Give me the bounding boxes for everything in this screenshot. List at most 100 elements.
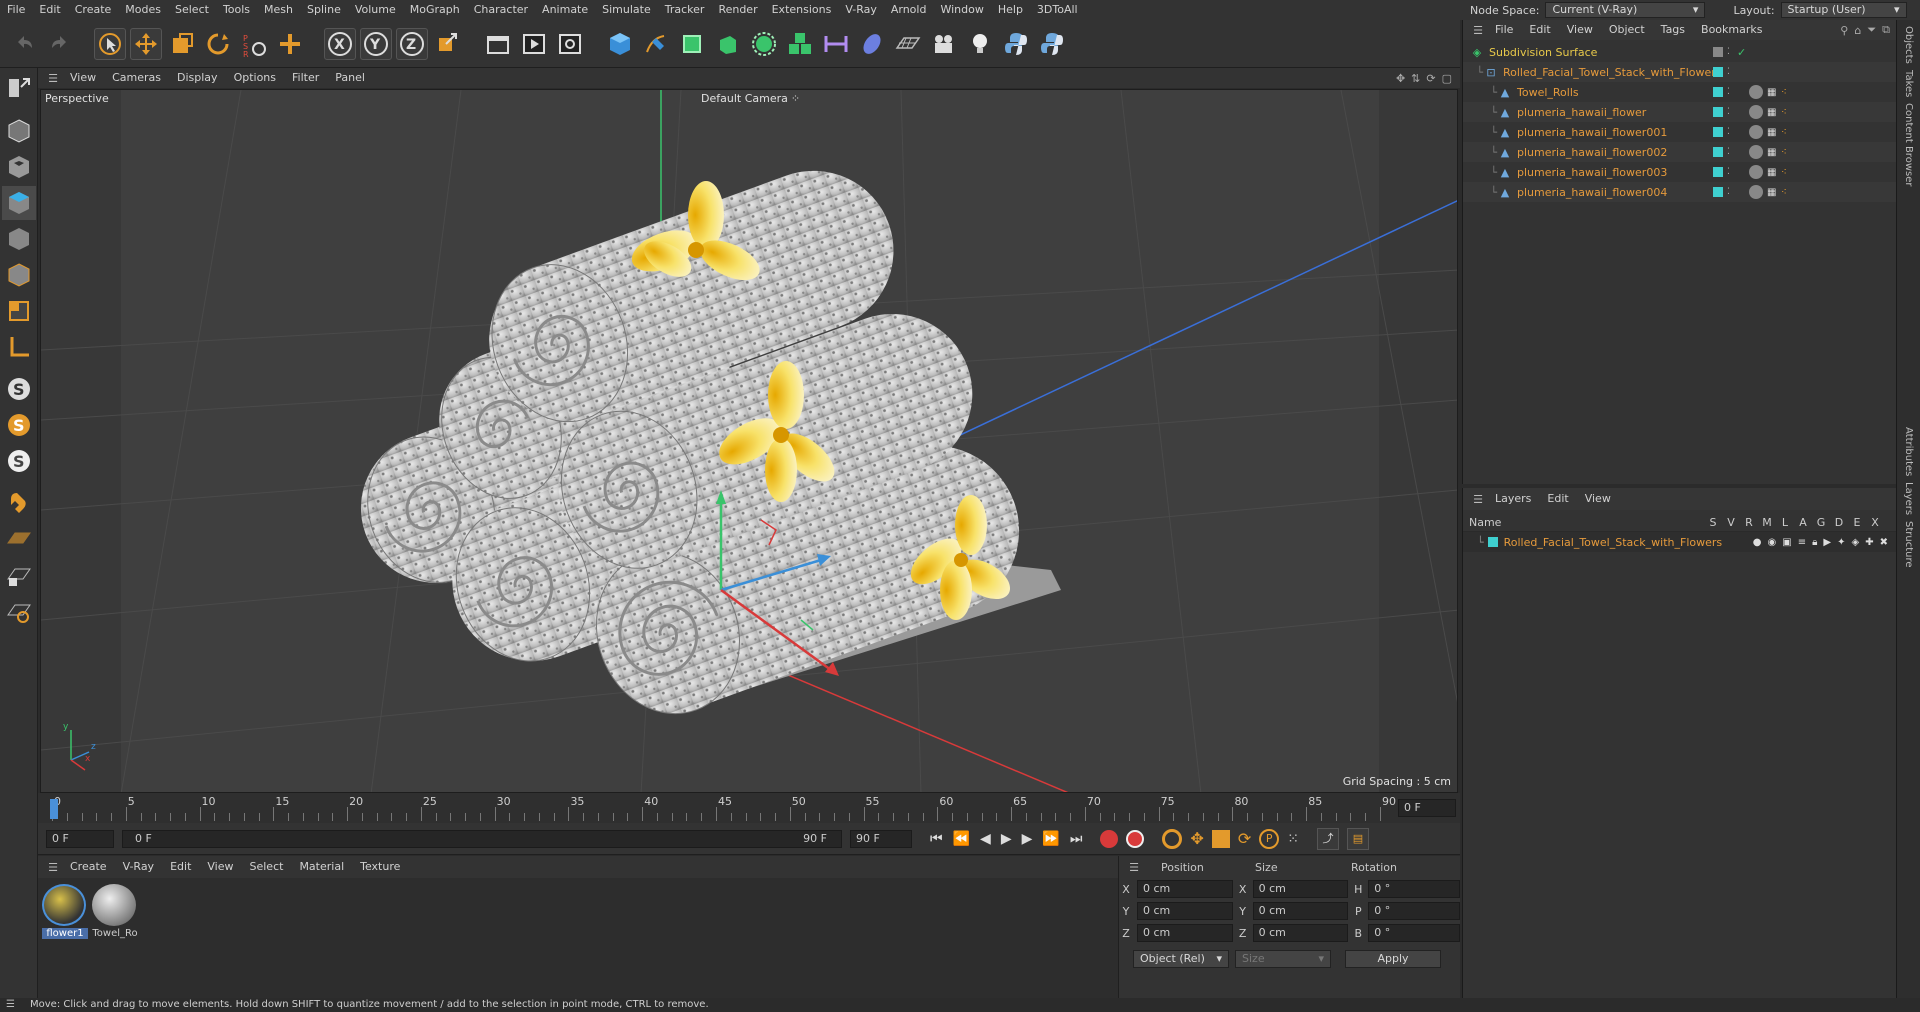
move-tool-button[interactable] — [130, 27, 162, 60]
render-icon[interactable]: ▣ — [1782, 537, 1791, 548]
material-tag-icon[interactable] — [1749, 125, 1763, 139]
python-script-button[interactable] — [1036, 28, 1068, 60]
material-menu-material[interactable]: Material — [291, 856, 352, 878]
points-mode-button[interactable] — [2, 222, 36, 256]
rotation-field[interactable]: 0 ° — [1368, 902, 1460, 920]
make-editable-button[interactable] — [2, 70, 36, 104]
viewport-menu-display[interactable]: Display — [169, 68, 226, 88]
visible-eye-icon[interactable]: ◉ — [1768, 537, 1777, 548]
menu-item-tracker[interactable]: Tracker — [658, 0, 712, 20]
menu-item-volume[interactable]: Volume — [348, 0, 403, 20]
viewport-menu-options[interactable]: Options — [226, 68, 284, 88]
frame-range-slider[interactable]: 0 F 90 F — [122, 829, 842, 848]
generator-icon[interactable]: ✦ — [1837, 537, 1845, 548]
material-menu-texture[interactable]: Texture — [352, 856, 408, 878]
layer-flag-header[interactable]: R — [1740, 516, 1758, 529]
search-icon[interactable]: ⚲ — [1840, 24, 1848, 37]
visibility-dots-icon[interactable]: ⁚ — [1727, 167, 1730, 177]
keyframe-selection-icon[interactable] — [1162, 828, 1183, 849]
menu-item-simulate[interactable]: Simulate — [595, 0, 658, 20]
filter-icon[interactable]: ⏷ — [1867, 23, 1876, 37]
size-field[interactable]: 0 cm — [1252, 924, 1349, 942]
bend-deformer-button[interactable] — [820, 28, 852, 60]
hamburger-icon[interactable]: ☰ — [1469, 493, 1487, 506]
layer-flag-header[interactable]: L — [1776, 516, 1794, 529]
viewport-menu-panel[interactable]: Panel — [327, 68, 373, 88]
layout-select[interactable]: Startup (User) ▾ — [1780, 2, 1907, 18]
rotation-field[interactable]: 0 ° — [1368, 924, 1460, 942]
subdivision-button[interactable] — [676, 28, 708, 60]
object-row[interactable]: └ ▲ plumeria_hawaii_flower002 ⁚ ▦ ⁖ — [1463, 142, 1896, 162]
uvw-tag-icon[interactable]: ⁖ — [1781, 187, 1787, 198]
node-space-select[interactable]: Current (V-Ray) ▾ — [1545, 2, 1706, 18]
recent-tool-button[interactable] — [274, 28, 306, 60]
deformer-icon[interactable]: ◈ — [1852, 537, 1860, 548]
size-field[interactable]: 0 cm — [1252, 880, 1349, 898]
camera-button[interactable] — [928, 28, 960, 60]
visibility-dots-icon[interactable]: ⁚ — [1727, 87, 1730, 97]
python-button[interactable] — [1000, 28, 1032, 60]
cube-object-button[interactable] — [604, 28, 636, 60]
object-row[interactable]: └ ⊡ Rolled_Facial_Towel_Stack_with_Flowers… — [1463, 62, 1896, 82]
texture-mode-button[interactable] — [2, 150, 36, 184]
menu-item-select[interactable]: Select — [168, 0, 216, 20]
layer-row[interactable]: └ Rolled_Facial_Towel_Stack_with_Flowers… — [1463, 532, 1896, 552]
uvw-tag-icon[interactable]: ⁖ — [1781, 147, 1787, 158]
field-button[interactable] — [856, 28, 888, 60]
redo-button[interactable] — [44, 28, 76, 60]
soft-selection-button[interactable]: S — [2, 444, 36, 478]
side-tab-objects[interactable]: Objects — [1897, 26, 1914, 64]
pan-icon[interactable]: ✥ — [1396, 72, 1405, 85]
texture-tag-icon[interactable]: ▦ — [1767, 107, 1776, 118]
object-menu-edit[interactable]: Edit — [1521, 20, 1558, 40]
next-frame-icon[interactable]: ▶ — [1022, 831, 1033, 847]
texture-tag-icon[interactable]: ▦ — [1767, 187, 1776, 198]
size-mode-select[interactable]: Size ▾ — [1235, 950, 1331, 968]
object-menu-tags[interactable]: Tags — [1653, 20, 1693, 40]
side-tab-takes[interactable]: Takes — [1897, 70, 1914, 97]
side-tab-structure[interactable]: Structure — [1897, 521, 1914, 568]
material-menu-v-ray[interactable]: V-Ray — [115, 856, 163, 878]
menu-item-edit[interactable]: Edit — [32, 0, 67, 20]
layer-flag-header[interactable]: G — [1812, 516, 1830, 529]
layer-menu-edit[interactable]: Edit — [1539, 488, 1576, 510]
x-axis-lock-button[interactable]: X — [324, 27, 356, 60]
menu-item-help[interactable]: Help — [991, 0, 1030, 20]
timeline-ruler[interactable]: 051015202530354045505560657075808590 0 F — [38, 793, 1460, 823]
orbit-icon[interactable]: ⟳ — [1426, 72, 1435, 85]
scale-tool-button[interactable] — [166, 28, 198, 60]
layer-menu-view[interactable]: View — [1577, 488, 1619, 510]
menu-item-tools[interactable]: Tools — [216, 0, 257, 20]
polygons-mode-button[interactable] — [2, 294, 36, 328]
axis-mode-button[interactable] — [2, 330, 36, 364]
snap-button[interactable]: S — [2, 372, 36, 406]
material-menu-view[interactable]: View — [199, 856, 241, 878]
xref-icon[interactable]: ✖ — [1880, 537, 1888, 548]
planar-workplane-button[interactable] — [2, 594, 36, 628]
side-tab-content-browser[interactable]: Content Browser — [1897, 103, 1914, 186]
rotate-tool-button[interactable] — [202, 28, 234, 60]
prev-key-icon[interactable]: ⏪ — [953, 831, 970, 847]
menu-item-3dtoall[interactable]: 3DToAll — [1030, 0, 1085, 20]
solo-icon[interactable]: ● — [1753, 537, 1762, 548]
psr-tool-button[interactable]: PSR — [238, 28, 270, 60]
object-row[interactable]: ◈ Subdivision Surface ⁚ ✓ — [1463, 42, 1896, 62]
coordinate-mode-select[interactable]: Object (Rel) ▾ — [1133, 950, 1229, 968]
render-region-button[interactable] — [482, 28, 514, 60]
object-row[interactable]: └ ▲ plumeria_hawaii_flower003 ⁚ ▦ ⁖ — [1463, 162, 1896, 182]
key-pla-icon[interactable]: ⁙ — [1287, 831, 1299, 847]
y-axis-lock-button[interactable]: Y — [360, 27, 392, 60]
texture-tag-icon[interactable]: ▦ — [1767, 87, 1776, 98]
lock-icon[interactable]: 🔒︎ — [1812, 537, 1817, 548]
layer-flag-header[interactable]: X — [1866, 516, 1884, 529]
workplane-button[interactable] — [2, 522, 36, 556]
spline-pen-button[interactable] — [640, 28, 672, 60]
side-tab-attributes[interactable]: Attributes — [1897, 427, 1914, 476]
viewport-menu-filter[interactable]: Filter — [284, 68, 327, 88]
render-settings-button[interactable] — [554, 28, 586, 60]
key-rotation-icon[interactable]: ⟳ — [1238, 829, 1251, 848]
object-menu-view[interactable]: View — [1559, 20, 1601, 40]
apply-button[interactable]: Apply — [1345, 950, 1441, 968]
playhead[interactable] — [50, 799, 58, 819]
uvw-tag-icon[interactable]: ⁖ — [1781, 127, 1787, 138]
